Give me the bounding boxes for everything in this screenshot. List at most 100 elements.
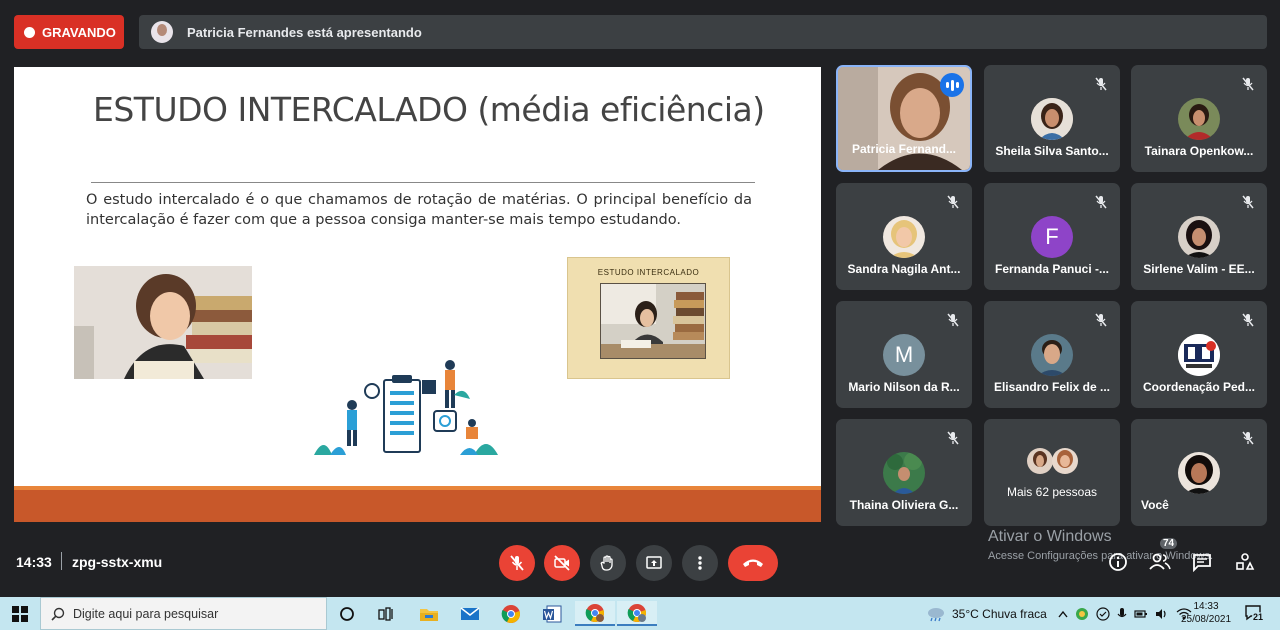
participant-tile-sirlene[interactable]: Sirlene Valim - EE...	[1131, 183, 1267, 290]
volume-icon[interactable]	[1155, 608, 1169, 620]
toggle-microphone-button[interactable]	[499, 545, 535, 581]
participant-tile-thaina[interactable]: Thaina Oliviera G...	[836, 419, 972, 526]
people-button[interactable]	[1148, 550, 1172, 574]
participant-name: Patricia Fernand...	[851, 142, 957, 156]
participant-tile-fernanda[interactable]: F Fernanda Panuci -...	[984, 183, 1120, 290]
notifications-button[interactable]: 21	[1244, 603, 1265, 623]
present-screen-icon	[646, 556, 662, 569]
mic-off-icon	[510, 555, 524, 571]
participant-tile-you[interactable]: Você	[1131, 419, 1267, 526]
battery-icon[interactable]	[1134, 608, 1148, 620]
present-screen-button[interactable]	[636, 545, 672, 581]
avatar	[883, 452, 925, 494]
chrome-window-1-button[interactable]	[575, 601, 615, 626]
mic-off-icon	[942, 309, 964, 331]
avatar	[1031, 334, 1073, 376]
start-button[interactable]	[0, 597, 40, 630]
participant-name: Sirlene Valim - EE...	[1143, 262, 1255, 276]
avatar	[1178, 216, 1220, 258]
participant-name: Coordenação Ped...	[1142, 380, 1256, 394]
windows-taskbar: Digite aqui para pesquisar 35°C Chuva fr…	[0, 597, 1280, 630]
windows-activation-subtitle: Acesse Configurações para ativar o Windo…	[988, 550, 1213, 562]
notification-count: 21	[1252, 612, 1265, 622]
word-icon	[543, 605, 562, 622]
chat-button[interactable]	[1190, 550, 1214, 574]
mic-off-icon	[942, 427, 964, 449]
presenting-text: Patricia Fernandes está apresentando	[187, 24, 422, 40]
chat-icon	[1193, 554, 1211, 572]
avatar	[1031, 98, 1073, 140]
speaking-indicator-icon	[940, 73, 964, 97]
more-participants-label: Mais 62 pessoas	[1006, 485, 1098, 499]
recording-dot-icon	[24, 26, 35, 38]
chrome-icon	[501, 604, 520, 623]
avatar	[1178, 452, 1220, 494]
more-vert-icon	[698, 556, 702, 570]
chrome-window-2-button[interactable]	[617, 601, 657, 626]
participant-name: Tainara Openkow...	[1144, 144, 1254, 158]
avatar: M	[883, 334, 925, 376]
rain-cloud-icon	[928, 607, 944, 621]
participant-name: Thaina Oliviera G...	[849, 498, 959, 512]
participant-name: Sheila Silva Santo...	[995, 144, 1109, 158]
taskbar-clock[interactable]: 14:33 25/08/2021	[1176, 600, 1236, 626]
avatar	[883, 216, 925, 258]
mic-off-icon	[1090, 309, 1112, 331]
presenting-banner: Patricia Fernandes está apresentando	[139, 15, 1267, 49]
folder-icon	[420, 608, 438, 621]
meeting-code: zpg-sstx-xmu	[72, 554, 163, 570]
task-view-icon	[378, 606, 393, 621]
word-button[interactable]	[532, 601, 572, 626]
cortana-button[interactable]	[327, 601, 367, 626]
study-photo	[600, 283, 706, 359]
chrome-icon	[627, 603, 646, 622]
app-tray-icon[interactable]	[1075, 607, 1089, 621]
raise-hand-button[interactable]	[590, 545, 626, 581]
participant-tile-sandra[interactable]: Sandra Nagila Ant...	[836, 183, 972, 290]
participant-name: Fernanda Panuci -...	[994, 262, 1110, 276]
mail-icon	[460, 606, 480, 620]
taskbar-date: 25/08/2021	[1180, 614, 1232, 625]
phone-hangup-icon	[743, 559, 763, 567]
mic-off-icon	[942, 191, 964, 213]
participant-tile-elisandro[interactable]: Elisandro Felix de ...	[984, 301, 1120, 408]
presentation-slide: ESTUDO INTERCALADO (média eficiência) O …	[14, 67, 821, 522]
taskbar-search-box[interactable]: Digite aqui para pesquisar	[40, 597, 327, 630]
file-explorer-button[interactable]	[409, 601, 449, 626]
participant-name: Mario Nilson da R...	[848, 380, 960, 394]
participant-tile-mario[interactable]: M Mario Nilson da R...	[836, 301, 972, 408]
participant-tile-tainara[interactable]: Tainara Openkow...	[1131, 65, 1267, 172]
toggle-camera-button[interactable]	[544, 545, 580, 581]
mail-button[interactable]	[450, 601, 490, 626]
meeting-details-button[interactable]	[1106, 550, 1130, 574]
mic-off-icon	[1237, 309, 1259, 331]
weather-widget[interactable]: 35°C Chuva fraca	[926, 597, 1047, 630]
cloud-sync-icon[interactable]	[1096, 606, 1110, 621]
meeting-divider	[61, 552, 62, 570]
recording-badge: GRAVANDO	[14, 15, 124, 49]
info-icon	[1109, 553, 1127, 571]
more-options-button[interactable]	[682, 545, 718, 581]
grouped-avatars	[1027, 447, 1079, 475]
avatar: F	[1031, 216, 1073, 258]
hand-icon	[600, 555, 613, 571]
participant-tile-patricia[interactable]: Patricia Fernand...	[836, 65, 972, 172]
microphone-icon[interactable]	[1117, 607, 1127, 621]
participant-tile-sheila[interactable]: Sheila Silva Santo...	[984, 65, 1120, 172]
activities-button[interactable]	[1233, 550, 1257, 574]
more-participants-tile[interactable]: Mais 62 pessoas	[984, 419, 1120, 526]
slide-body-text: O estudo intercalado é o que chamamos de…	[86, 192, 752, 228]
leave-call-button[interactable]	[728, 545, 778, 581]
chevron-up-icon[interactable]	[1058, 610, 1068, 618]
mic-off-icon	[1237, 427, 1259, 449]
school-logo-icon	[1178, 334, 1220, 376]
avatar	[1178, 98, 1220, 140]
task-view-button[interactable]	[367, 601, 407, 626]
student-reading-photo	[74, 266, 252, 379]
mic-off-icon	[1090, 73, 1112, 95]
slide-footer-bar	[14, 486, 821, 522]
participant-tile-coordenacao[interactable]: Coordenação Ped...	[1131, 301, 1267, 408]
taskbar-time: 14:33	[1193, 601, 1219, 612]
chrome-button[interactable]	[491, 601, 531, 626]
participant-name: Elisandro Felix de ...	[993, 380, 1111, 394]
